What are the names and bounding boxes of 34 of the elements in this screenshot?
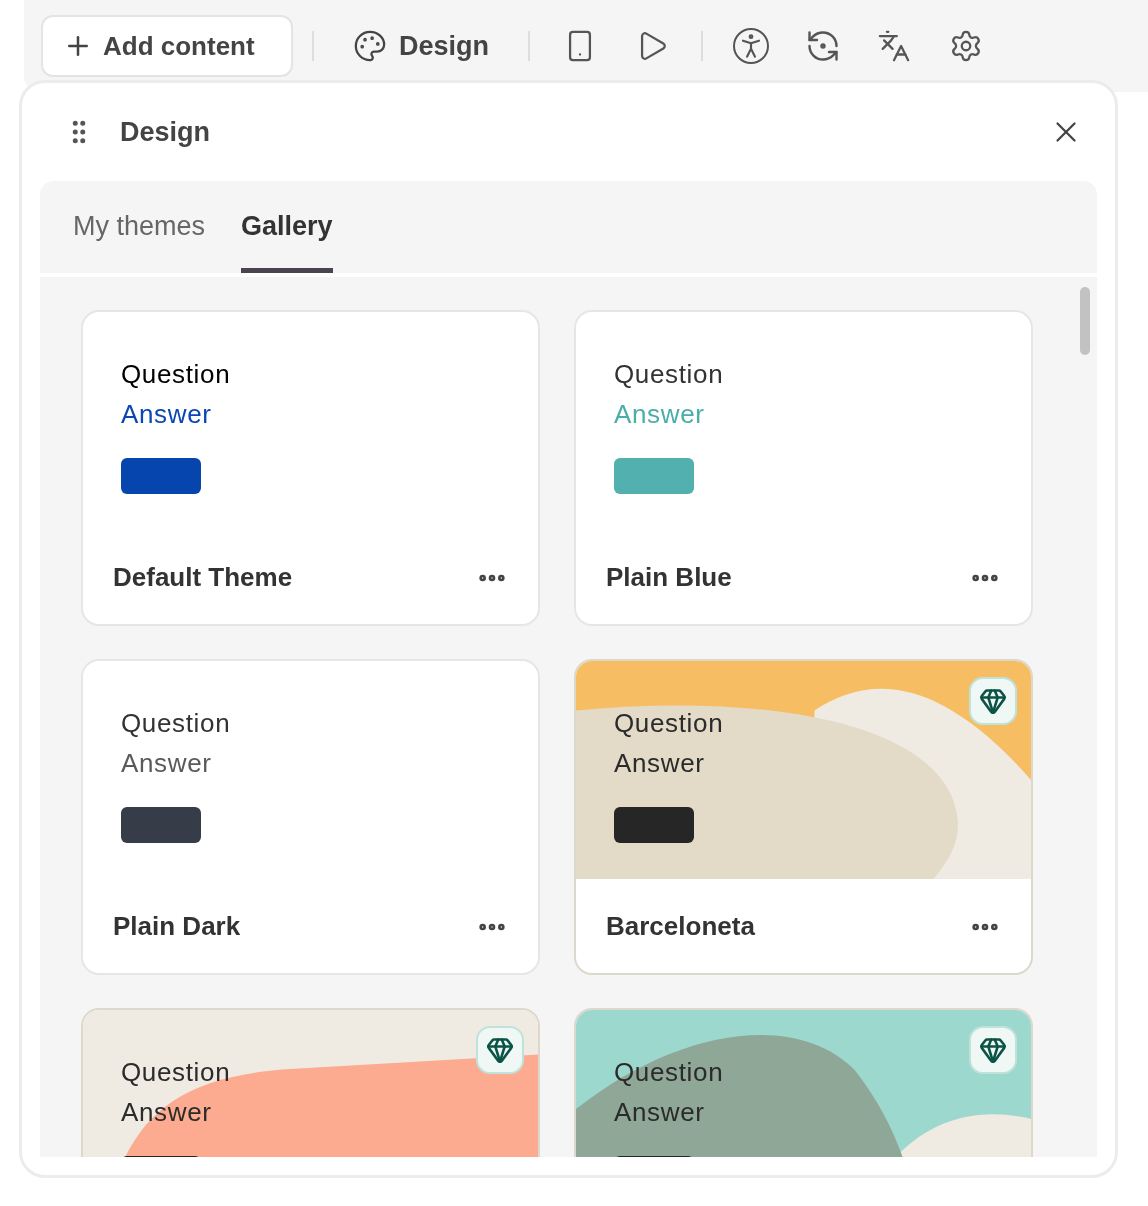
question-text: Question [614,707,725,740]
answer-text: Answer [614,747,706,780]
question-text: Question [121,1056,232,1089]
theme-card[interactable]: Question Answer Plain Blue [574,310,1033,626]
scrollbar[interactable] [1080,287,1090,355]
diamond-icon [486,1036,514,1064]
answer-text: Answer [614,1096,706,1129]
add-content-button[interactable]: Add content [41,15,293,77]
translate-icon[interactable] [877,29,912,63]
question-text: Question [614,1056,725,1089]
theme-name: Plain Blue [606,561,732,594]
answer-text: Answer [121,398,213,431]
theme-card[interactable]: Question Answer [574,1008,1033,1157]
question-text: Question [121,707,232,740]
theme-card[interactable]: Question Answer Default Theme [81,310,540,626]
accessibility-icon[interactable] [733,28,770,64]
tab[interactable]: Gallery [241,181,333,273]
tab[interactable]: My themes [73,181,206,273]
palette-icon [353,29,387,63]
diamond-icon [979,687,1007,715]
diamond-icon [979,1036,1007,1064]
theme-name: Plain Dark [113,910,241,943]
theme-name: Barceloneta [606,910,755,943]
answer-text: Answer [121,747,213,780]
theme-name: Default Theme [113,561,293,594]
answer-text: Answer [121,1096,213,1129]
theme-card[interactable]: Question Answer Plain Dark [81,659,540,975]
theme-card[interactable]: Question Answer Barceloneta [574,659,1033,975]
theme-card[interactable]: Question Answer [81,1008,540,1157]
question-text: Question [614,358,725,391]
answer-text: Answer [614,398,706,431]
design-button[interactable]: Design [333,25,510,67]
panel-title: Design [120,115,211,149]
question-text: Question [121,358,232,391]
